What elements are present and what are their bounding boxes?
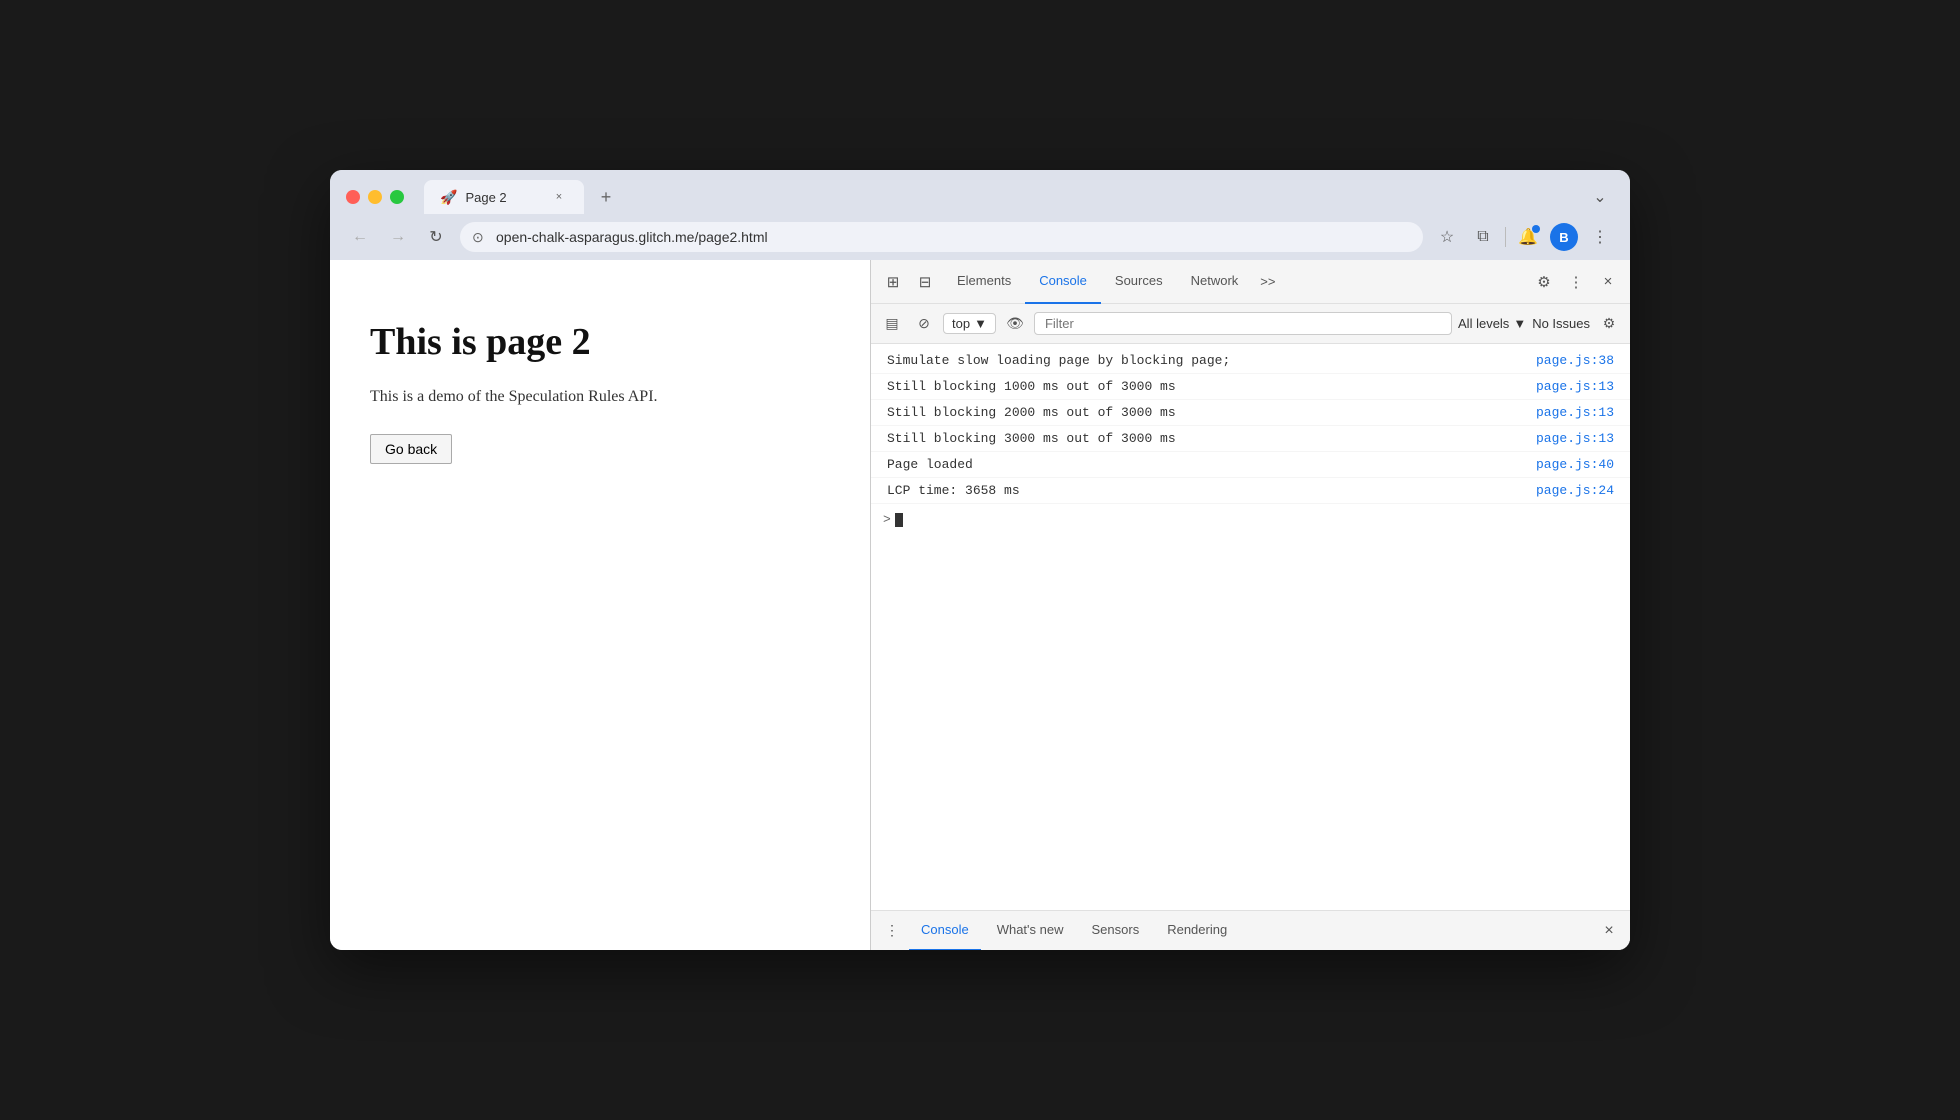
chrome-menu-button[interactable]: ⋮ bbox=[1586, 223, 1614, 251]
context-label: top bbox=[952, 316, 970, 331]
tab-console[interactable]: Console bbox=[1025, 260, 1101, 304]
no-issues-label: No Issues bbox=[1532, 316, 1590, 331]
extensions-button[interactable]: ⧉ bbox=[1469, 223, 1497, 251]
title-bar: 🚀 Page 2 × + ⌄ bbox=[330, 170, 1630, 214]
devtools-settings-button[interactable]: ⚙ bbox=[1530, 268, 1558, 296]
tab-title: Page 2 bbox=[465, 190, 506, 205]
log-text: Still blocking 2000 ms out of 3000 ms bbox=[887, 405, 1536, 420]
console-clear-button[interactable]: ⊘ bbox=[911, 311, 937, 337]
go-back-button[interactable]: Go back bbox=[370, 434, 452, 464]
tab-elements[interactable]: Elements bbox=[943, 260, 1025, 304]
log-text: Simulate slow loading page by blocking p… bbox=[887, 353, 1536, 368]
tab-sources[interactable]: Sources bbox=[1101, 260, 1177, 304]
console-input-row: > bbox=[871, 504, 1630, 535]
log-source-link[interactable]: page.js:13 bbox=[1536, 431, 1614, 446]
log-text: Still blocking 1000 ms out of 3000 ms bbox=[887, 379, 1536, 394]
active-tab[interactable]: 🚀 Page 2 × bbox=[424, 180, 584, 214]
log-entry: Still blocking 1000 ms out of 3000 ms pa… bbox=[871, 374, 1630, 400]
console-cursor[interactable] bbox=[895, 513, 903, 527]
log-entry: LCP time: 3658 ms page.js:24 bbox=[871, 478, 1630, 504]
tab-network[interactable]: Network bbox=[1177, 260, 1253, 304]
url-security-icon: ⊙ bbox=[472, 229, 484, 246]
devtools-actions: ⚙ ⋮ × bbox=[1530, 268, 1622, 296]
devtools-more-button[interactable]: ⋮ bbox=[1562, 268, 1590, 296]
address-actions: ☆ ⧉ 🔔 B ⋮ bbox=[1433, 223, 1614, 251]
drawer-tab-whats-new[interactable]: What's new bbox=[985, 911, 1076, 951]
drawer-tab-console[interactable]: Console bbox=[909, 911, 981, 951]
tab-favicon: 🚀 bbox=[440, 189, 457, 206]
tab-row: 🚀 Page 2 × + ⌄ bbox=[346, 180, 1614, 214]
drawer-tab-rendering[interactable]: Rendering bbox=[1155, 911, 1239, 951]
page-description: This is a demo of the Speculation Rules … bbox=[370, 388, 830, 406]
console-levels-button[interactable]: All levels ▼ bbox=[1458, 316, 1526, 331]
console-gear-button[interactable]: ⚙ bbox=[1596, 311, 1622, 337]
devtools-tabs: Elements Console Sources Network >> bbox=[943, 260, 1526, 304]
log-entry: Still blocking 3000 ms out of 3000 ms pa… bbox=[871, 426, 1630, 452]
log-entry: Simulate slow loading page by blocking p… bbox=[871, 348, 1630, 374]
devtools-close-button[interactable]: × bbox=[1594, 268, 1622, 296]
console-prompt: > bbox=[883, 512, 891, 527]
new-tab-button[interactable]: + bbox=[592, 183, 620, 211]
notification-dot bbox=[1532, 225, 1540, 233]
context-dropdown-icon: ▼ bbox=[974, 316, 987, 331]
log-text: Still blocking 3000 ms out of 3000 ms bbox=[887, 431, 1536, 446]
log-source-link[interactable]: page.js:40 bbox=[1536, 457, 1614, 472]
close-traffic-light[interactable] bbox=[346, 190, 360, 204]
url-input[interactable] bbox=[460, 222, 1423, 252]
address-bar: ← → ↻ ⊙ ☆ ⧉ 🔔 B ⋮ bbox=[330, 214, 1630, 260]
console-filter-input[interactable] bbox=[1034, 312, 1452, 335]
maximize-traffic-light[interactable] bbox=[390, 190, 404, 204]
console-context-selector[interactable]: top ▼ bbox=[943, 313, 996, 334]
devtools-toolbar: ⊞ ⊟ Elements Console Sources Network >> … bbox=[871, 260, 1630, 304]
browser-window: 🚀 Page 2 × + ⌄ ← → ↻ ⊙ ☆ ⧉ 🔔 B ⋮ bbox=[330, 170, 1630, 950]
toolbar-divider bbox=[1505, 227, 1506, 247]
drawer-close-button[interactable]: × bbox=[1596, 918, 1622, 944]
log-source-link[interactable]: page.js:38 bbox=[1536, 353, 1614, 368]
console-sidebar-toggle[interactable]: ▤ bbox=[879, 311, 905, 337]
reload-button[interactable]: ↻ bbox=[422, 223, 450, 251]
devtools-dock-button[interactable]: ⊟ bbox=[911, 268, 939, 296]
drawer-menu-button[interactable]: ⋮ bbox=[879, 918, 905, 944]
url-container: ⊙ bbox=[460, 222, 1423, 252]
drawer-tab-sensors[interactable]: Sensors bbox=[1080, 911, 1152, 951]
profile-button[interactable]: B bbox=[1550, 223, 1578, 251]
log-text: Page loaded bbox=[887, 457, 1536, 472]
forward-button[interactable]: → bbox=[384, 223, 412, 251]
console-log-area[interactable]: Simulate slow loading page by blocking p… bbox=[871, 344, 1630, 910]
all-levels-label: All levels bbox=[1458, 316, 1509, 331]
main-content: This is page 2 This is a demo of the Spe… bbox=[330, 260, 1630, 950]
devtools-toggle-button[interactable]: ⊞ bbox=[879, 268, 907, 296]
log-entry: Page loaded page.js:40 bbox=[871, 452, 1630, 478]
tab-dropdown-button[interactable]: ⌄ bbox=[1586, 183, 1614, 211]
webpage: This is page 2 This is a demo of the Spe… bbox=[330, 260, 870, 950]
devtools-drawer: ⋮ Console What's new Sensors Rendering × bbox=[871, 910, 1630, 950]
devtools-panel: ⊞ ⊟ Elements Console Sources Network >> … bbox=[870, 260, 1630, 950]
back-button[interactable]: ← bbox=[346, 223, 374, 251]
log-entry: Still blocking 2000 ms out of 3000 ms pa… bbox=[871, 400, 1630, 426]
bookmark-button[interactable]: ☆ bbox=[1433, 223, 1461, 251]
minimize-traffic-light[interactable] bbox=[368, 190, 382, 204]
page-heading: This is page 2 bbox=[370, 320, 830, 364]
console-eye-button[interactable]: 👁 bbox=[1002, 311, 1028, 337]
all-levels-dropdown-icon: ▼ bbox=[1513, 316, 1526, 331]
console-toolbar: ▤ ⊘ top ▼ 👁 All levels ▼ No Issues ⚙ bbox=[871, 304, 1630, 344]
log-text: LCP time: 3658 ms bbox=[887, 483, 1536, 498]
notifications-button[interactable]: 🔔 bbox=[1514, 223, 1542, 251]
traffic-lights bbox=[346, 190, 404, 204]
log-source-link[interactable]: page.js:13 bbox=[1536, 405, 1614, 420]
log-source-link[interactable]: page.js:24 bbox=[1536, 483, 1614, 498]
tab-more[interactable]: >> bbox=[1252, 260, 1283, 304]
log-source-link[interactable]: page.js:13 bbox=[1536, 379, 1614, 394]
tab-close-button[interactable]: × bbox=[550, 188, 568, 206]
